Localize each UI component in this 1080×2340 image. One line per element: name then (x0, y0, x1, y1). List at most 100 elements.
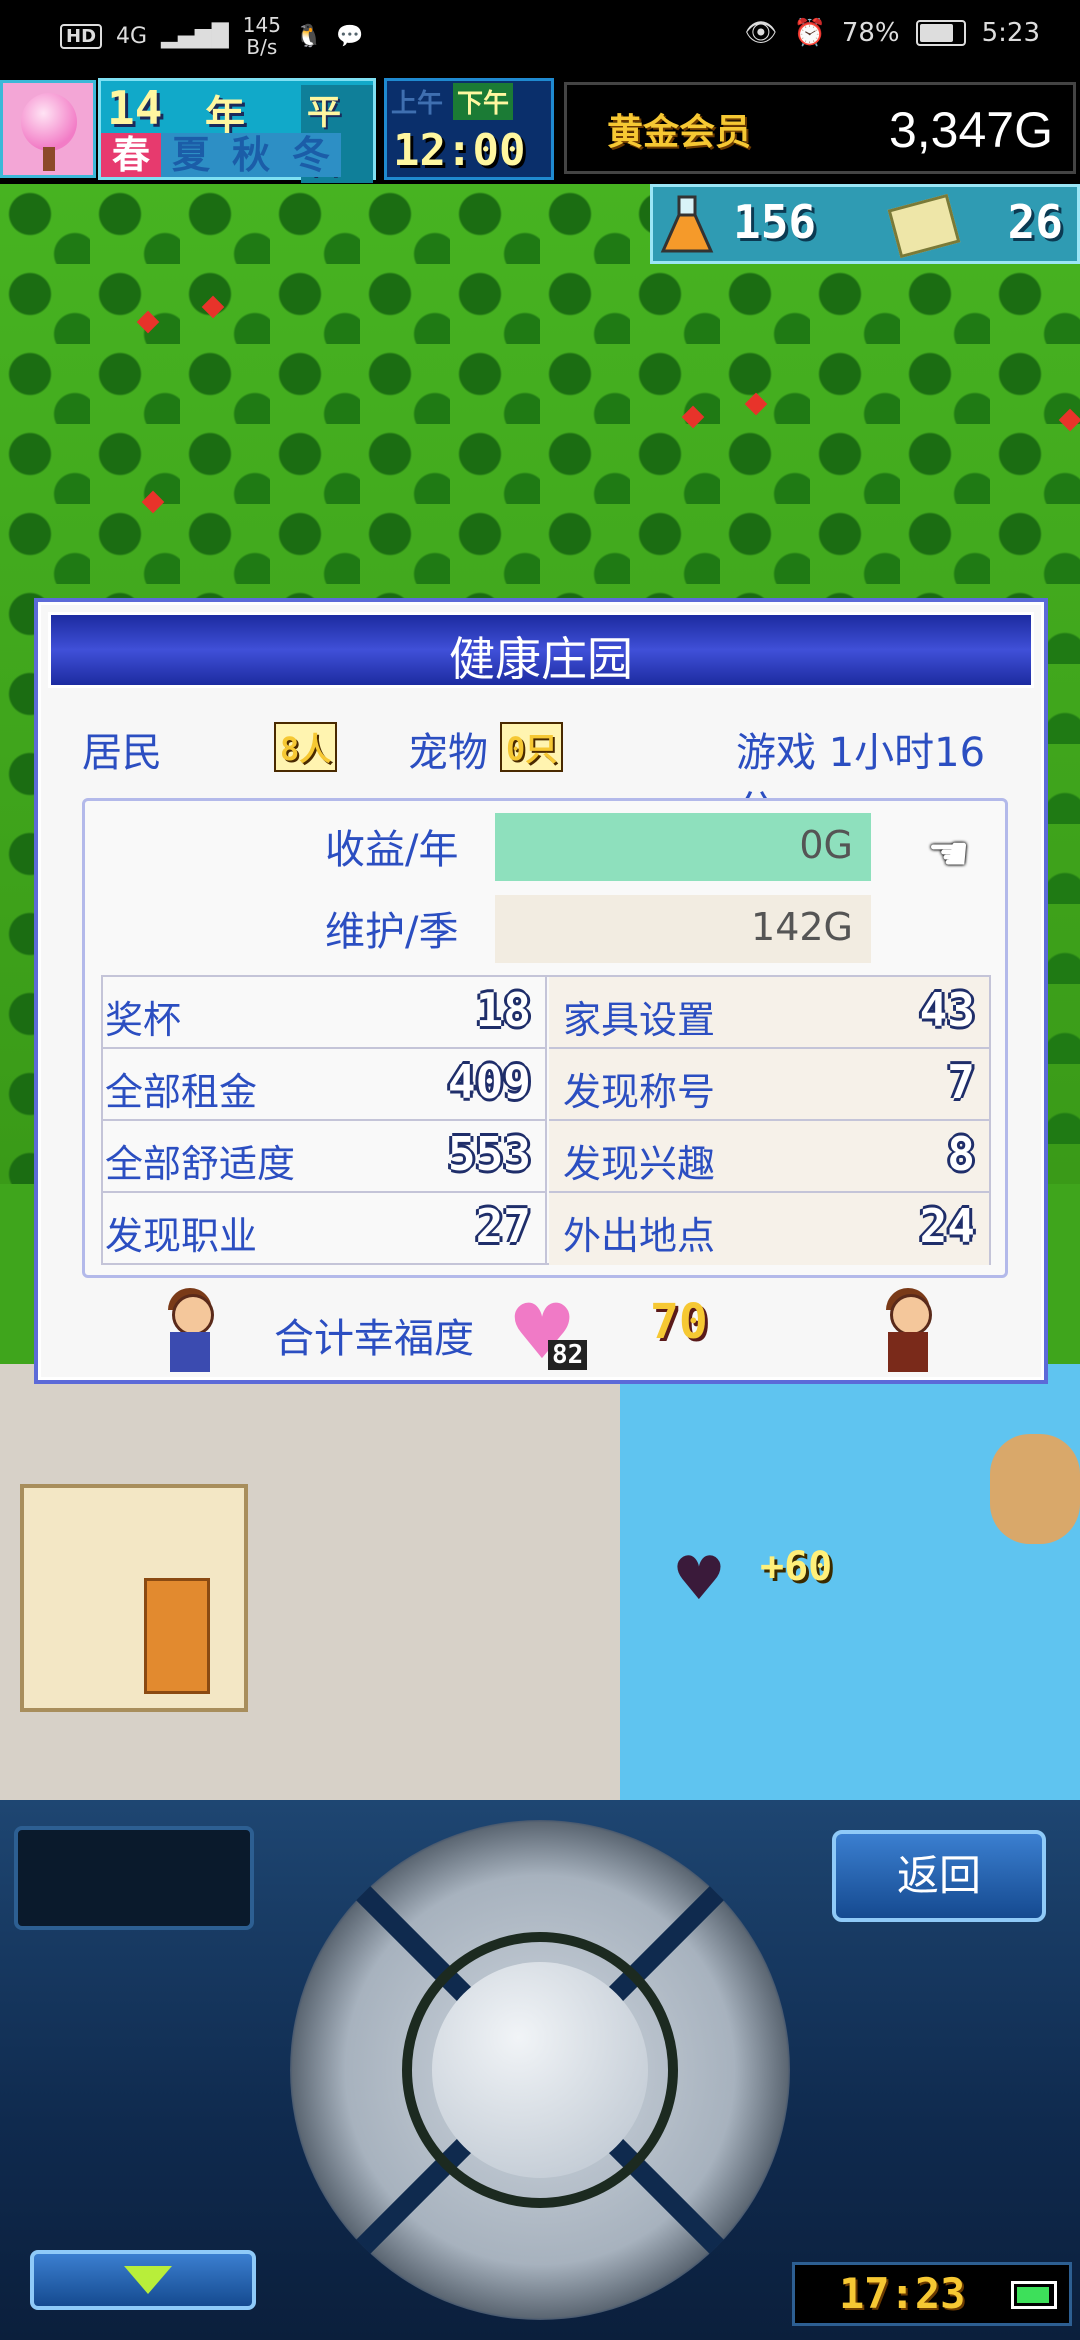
controller-screen (14, 1826, 254, 1930)
stat-label: 家具设置 (563, 998, 716, 1042)
happiness-label: 合计幸福度 (274, 1316, 474, 1362)
net-speed: 145 B/s (243, 14, 281, 58)
battery-icon (1011, 2281, 1057, 2309)
stat-label: 外出地点 (563, 1214, 716, 1258)
heart-count: 82 (548, 1340, 588, 1370)
summary-row: 居民 8人 宠物 0只 游戏 1小时16分 (78, 720, 1014, 834)
stat-cell: 发现职业 27 (103, 1193, 547, 1265)
status-time: 5:23 (981, 18, 1040, 48)
battery-percent: 78% (841, 18, 900, 48)
door-icon (144, 1578, 210, 1694)
season-tree-avatar[interactable] (0, 80, 96, 178)
flask-icon (660, 195, 714, 253)
dpad[interactable] (290, 1820, 790, 2320)
wechat-icon: 💬 (336, 23, 364, 49)
virtual-controller: 返回 17:23 (0, 1800, 1080, 2340)
alarm-icon: ⏰ (793, 18, 826, 48)
income-value: 0G (799, 823, 853, 867)
season-winter: 冬 (281, 133, 341, 177)
stat-cell: 奖杯 18 (103, 977, 547, 1049)
time-display: 上午 下午 12:00 (384, 78, 554, 180)
income-bar[interactable]: 0G (495, 813, 871, 881)
ticket-count: 26 (1007, 195, 1063, 249)
gold-member-label: 黄金会员 (607, 112, 752, 153)
network-type: 4G (116, 23, 148, 49)
stat-label: 奖杯 (105, 998, 182, 1042)
panel-title: 健康庄园 (449, 632, 633, 686)
pm-label: 下午 (453, 83, 514, 120)
chevron-down-icon (124, 2266, 172, 2294)
money-display: 黄金会员 3,347G (564, 82, 1076, 174)
stat-value: 43 (919, 983, 975, 1037)
game-hud: 14 年 平日 春 夏 秋 冬 上午 下午 12:00 黄金会员 3,347G (0, 74, 1080, 184)
season-autumn: 秋 (221, 133, 281, 177)
battery-icon (915, 20, 966, 46)
status-right: 👁 ⏰ 78% 5:23 (744, 18, 1040, 48)
happiness-row: 合计幸福度 ♥ 82 70 (38, 1282, 1044, 1382)
residents-label: 居民 (82, 730, 162, 776)
stat-value: 24 (919, 1199, 975, 1253)
money-amount: 3,347G (888, 102, 1053, 158)
eye-icon: 👁 (744, 18, 778, 48)
back-button[interactable]: 返回 (832, 1830, 1046, 1922)
stat-label: 发现职业 (105, 1214, 258, 1258)
maintenance-label: 维护/季 (325, 909, 459, 955)
happiness-gain-effect: +60 (760, 1544, 833, 1590)
stat-label: 发现兴趣 (563, 1142, 716, 1186)
ticket-icon (887, 193, 961, 259)
pets-value: 0只 (500, 722, 564, 772)
status-left: HD 4G ▂▄▆█ 145 B/s 🐧 💬 (60, 14, 364, 58)
stat-cell: 发现称号 7 (549, 1049, 989, 1121)
stat-cell: 全部租金 409 (103, 1049, 547, 1121)
stat-cell: 外出地点 24 (549, 1193, 989, 1265)
am-label: 上午 (391, 89, 444, 119)
stat-value: 553 (447, 1127, 531, 1181)
research-points: 156 (733, 195, 817, 249)
residents-value: 8人 (274, 722, 338, 772)
stat-label: 发现称号 (563, 1070, 716, 1114)
net-speed-value: 145 (242, 13, 281, 37)
cherry-tree-icon (21, 93, 77, 151)
stats-box: 收益/年 0G ☚ 维护/季 142G 奖杯 18 全部租金 409 全部舒适度… (82, 798, 1008, 1278)
girl-character-icon (162, 1288, 218, 1374)
controller-clock: 17:23 (792, 2262, 1072, 2326)
maintenance-bar: 142G (495, 895, 871, 963)
net-speed-unit: B/s (246, 35, 278, 59)
stat-value: 8 (947, 1127, 975, 1181)
stat-value: 27 (475, 1199, 531, 1253)
pets-label: 宠物 (408, 730, 488, 776)
season-strip: 春 夏 秋 冬 (101, 133, 341, 177)
resource-bar: 156 26 (650, 184, 1080, 264)
panel-header: 健康庄园 (48, 612, 1034, 688)
storage-building[interactable] (20, 1484, 248, 1712)
qq-icon: 🐧 (294, 23, 323, 49)
game-clock: 12:00 (393, 125, 526, 176)
controller-time: 17:23 (839, 2269, 966, 2318)
teddy-bear-icon (990, 1434, 1080, 1544)
stats-grid: 奖杯 18 全部租金 409 全部舒适度 553 发现职业 27 家具设置 43… (101, 975, 991, 1265)
maintenance-value: 142G (751, 905, 853, 949)
pointer-hand-icon: ☚ (927, 826, 971, 882)
dpad-center-button[interactable] (432, 1962, 648, 2178)
boy-character-icon (880, 1288, 936, 1374)
stat-label: 全部舒适度 (105, 1142, 296, 1186)
hd-indicator: HD (60, 23, 103, 49)
stat-label: 全部租金 (105, 1070, 258, 1114)
menu-toggle-button[interactable] (30, 2250, 256, 2310)
season-spring: 春 (101, 133, 161, 177)
stat-cell: 家具设置 43 (549, 977, 989, 1049)
stat-cell: 全部舒适度 553 (103, 1121, 547, 1193)
stat-value: 18 (475, 983, 531, 1037)
season-summer: 夏 (161, 133, 221, 177)
stat-cell: 发现兴趣 8 (549, 1121, 989, 1193)
date-display: 14 年 平日 春 夏 秋 冬 (98, 78, 376, 183)
income-label: 收益/年 (325, 827, 459, 873)
stat-value: 409 (447, 1055, 531, 1109)
dark-heart-icon: ♥ (672, 1544, 726, 1614)
stat-value: 7 (947, 1055, 975, 1109)
system-status-bar: HD 4G ▂▄▆█ 145 B/s 🐧 💬 👁 ⏰ 78% 5:23 (0, 0, 1080, 74)
apartment-info-panel: 健康庄园 居民 8人 宠物 0只 游戏 1小时16分 收益/年 0G ☚ 维护/… (34, 598, 1048, 1384)
am-pm-indicator: 上午 下午 (391, 83, 514, 120)
signal-icon: ▂▄▆█ (161, 23, 229, 49)
year-number: 14 (107, 81, 163, 135)
